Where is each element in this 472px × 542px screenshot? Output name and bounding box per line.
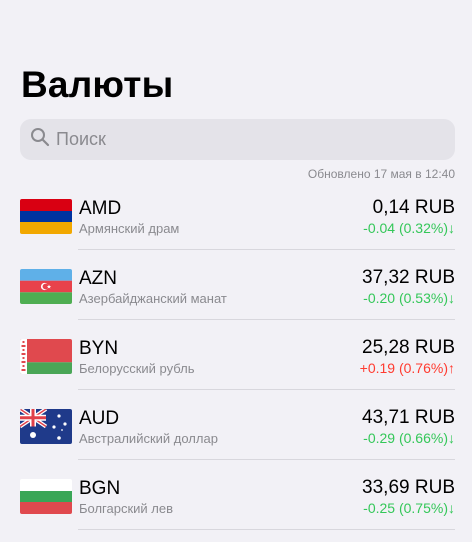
search-input[interactable]: Поиск [56,129,106,150]
belarus-flag-icon [20,339,72,374]
currency-row-aud[interactable]: AUD Австралийский доллар 43,71 RUB -0.29… [0,390,472,460]
currency-name: Австралийский доллар [79,431,218,446]
currency-rate: 0,14 RUB [372,197,455,218]
currency-rate: 33,69 RUB [362,477,455,498]
currency-list: AMD Армянский драм 0,14 RUB -0.04 (0.32%… [0,180,472,530]
currency-change: +0.19 (0.76%)↑ [359,360,455,376]
search-icon [30,127,50,152]
search-bar[interactable]: Поиск [20,119,455,160]
currency-change: -0.20 (0.53%)↓ [363,290,455,306]
currency-change: -0.29 (0.66%)↓ [363,430,455,446]
australia-flag-icon [20,409,72,444]
currency-row-byn[interactable]: BYN Белорусский рубль 25,28 RUB +0.19 (0… [0,320,472,390]
currency-rate: 43,71 RUB [362,407,455,428]
armenia-flag-icon [20,199,72,234]
currency-code: BYN [79,338,119,359]
currency-row-bgn[interactable]: BGN Болгарский лев 33,69 RUB -0.25 (0.75… [0,460,472,530]
currency-code: AMD [79,198,122,219]
currency-row-azn[interactable]: AZN Азербайджанский манат 37,32 RUB -0.2… [0,250,472,320]
currency-name: Армянский драм [79,221,180,236]
row-divider [78,529,455,530]
page-title: Валюты [21,64,174,105]
currency-code: AUD [79,408,120,429]
currency-change: -0.25 (0.75%)↓ [363,500,455,516]
azerbaijan-flag-icon [20,269,72,304]
currency-name: Болгарский лев [79,501,174,516]
currency-row-amd[interactable]: AMD Армянский драм 0,14 RUB -0.04 (0.32%… [0,180,472,250]
last-updated-label: Обновлено 17 мая в 12:40 [307,167,455,181]
currency-rate: 25,28 RUB [362,337,455,358]
currency-code: AZN [79,268,117,289]
currency-name: Азербайджанский манат [79,291,227,306]
currency-change: -0.04 (0.32%)↓ [363,220,455,236]
currency-name: Белорусский рубль [79,361,195,376]
bulgaria-flag-icon [20,479,72,514]
currencies-screen: Валюты Поиск Обновлено 17 мая в 12:40 AM… [0,0,472,542]
currency-code: BGN [79,478,121,499]
currency-rate: 37,32 RUB [362,267,455,288]
